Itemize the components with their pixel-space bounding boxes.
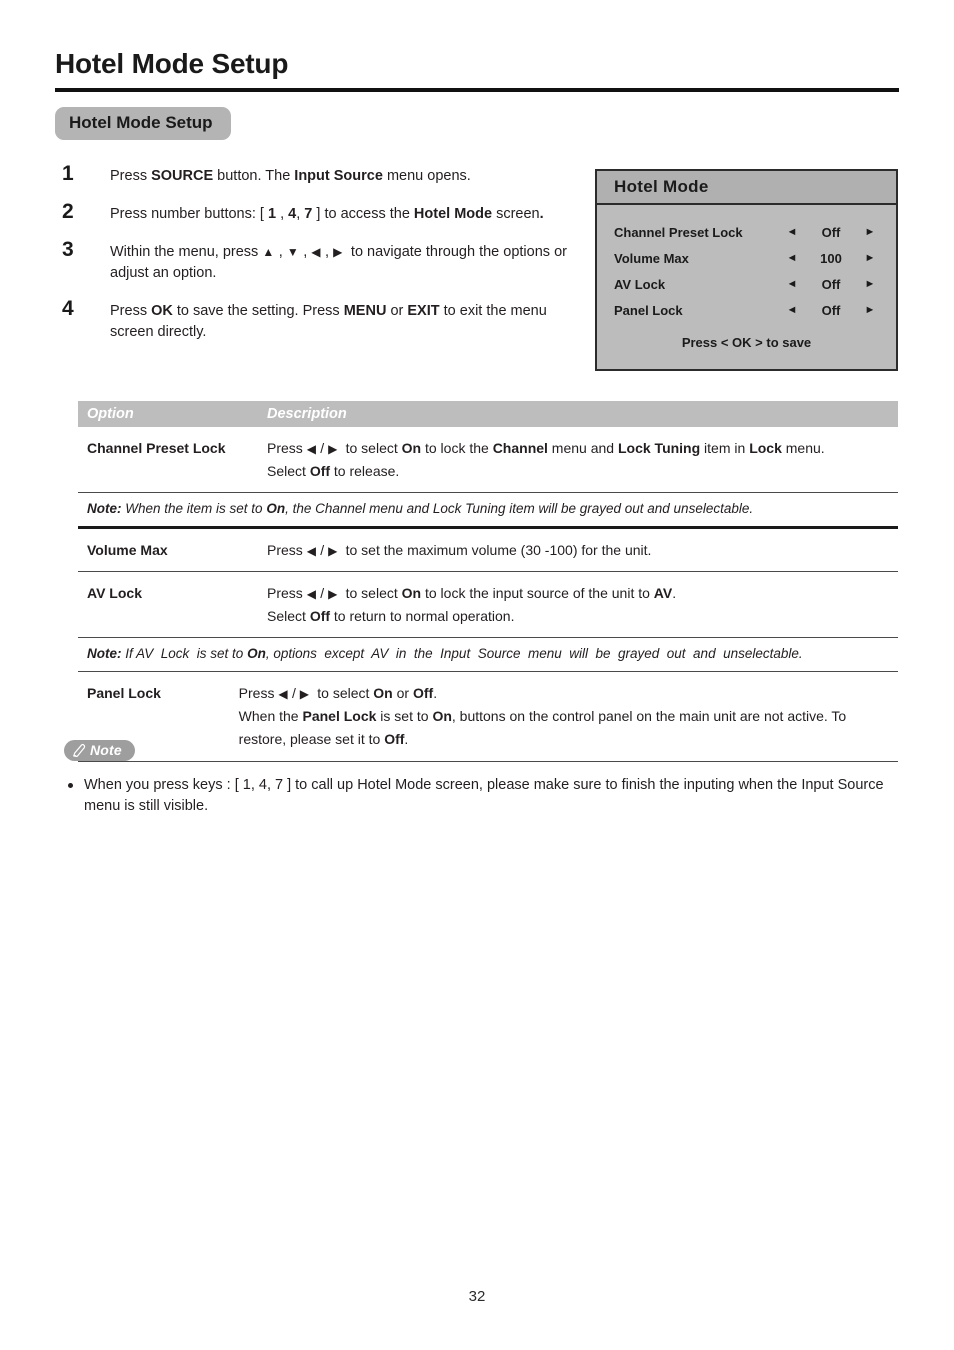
table-cell-description: Press ◀ / ▶ to select On to lock the Cha… (267, 440, 825, 480)
note-list-item: When you press keys : [ 1, 4, 7 ] to cal… (64, 775, 904, 819)
note-badge-label: Note (90, 742, 122, 758)
osd-row-av-lock[interactable]: AV Lock ◄ Off ► (597, 271, 896, 297)
step-number: 2 (62, 200, 74, 224)
osd-row-label: AV Lock (614, 276, 666, 292)
table-cell-description: Press ◀ / ▶ to set the maximum volume (3… (267, 542, 652, 559)
osd-row-label: Volume Max (614, 250, 689, 266)
right-arrow-icon[interactable]: ► (857, 278, 883, 290)
osd-row-value: 100 (820, 250, 842, 266)
left-arrow-icon[interactable]: ◄ (779, 226, 805, 238)
steps-list: 1 Press SOURCE button. The Input Source … (62, 162, 577, 360)
table-row: Channel Preset Lock Press ◀ / ▶ to selec… (78, 427, 898, 492)
note-badge: Note (64, 740, 135, 761)
osd-row-volume-max[interactable]: Volume Max ◄ 100 ► (597, 245, 896, 271)
table-note: Note: When the item is set to On, the Ch… (87, 501, 754, 517)
table-row: AV Lock Press ◀ / ▶ to select On to lock… (78, 572, 898, 637)
right-arrow-icon[interactable]: ► (857, 252, 883, 264)
step-item: 2 Press number buttons: [ 1 , 4, 7 ] to … (62, 200, 577, 225)
step-text: Press number buttons: [ 1 , 4, 7 ] to ac… (110, 206, 544, 223)
table-row: Volume Max Press ◀ / ▶ to set the maximu… (78, 529, 898, 571)
table-cell-option: Volume Max (87, 542, 168, 559)
osd-row-panel-lock[interactable]: Panel Lock ◄ Off ► (597, 297, 896, 323)
osd-row-value: Off (821, 224, 841, 240)
document-page: Hotel Mode Setup Hotel Mode Setup 1 Pres… (0, 0, 954, 1350)
table-cell-option: Channel Preset Lock (87, 440, 226, 456)
column-header-option: Option (87, 406, 134, 422)
table-header-row: Option Description (78, 401, 898, 427)
table-cell-description: Press ◀ / ▶ to select On to lock the inp… (267, 585, 677, 625)
note-block: Note When you press keys : [ 1, 4, 7 ] t… (64, 740, 904, 818)
step-number: 3 (62, 238, 74, 262)
left-arrow-icon[interactable]: ◄ (779, 304, 805, 316)
step-number: 4 (62, 297, 74, 321)
osd-save-hint: Press < OK > to save (681, 335, 812, 350)
osd-row-value: Off (821, 276, 841, 292)
step-text: Within the menu, press ▲ , ▼ , ◀ , ▶ to … (110, 244, 567, 282)
right-arrow-icon[interactable]: ► (857, 226, 883, 238)
page-title: Hotel Mode Setup (55, 48, 289, 79)
osd-row-channel-preset-lock[interactable]: Channel Preset Lock ◄ Off ► (597, 219, 896, 245)
step-text: Press OK to save the setting. Press MENU… (110, 303, 547, 341)
note-list: When you press keys : [ 1, 4, 7 ] to cal… (64, 775, 904, 819)
osd-body: Channel Preset Lock ◄ Off ► Volume Max ◄… (597, 205, 896, 351)
osd-row-label: Channel Preset Lock (614, 224, 743, 240)
page-number: 32 (468, 1288, 486, 1305)
table-note: Note: If AV Lock is set to On, options e… (87, 646, 803, 662)
section-badge: Hotel Mode Setup (55, 107, 231, 140)
step-item: 4 Press OK to save the setting. Press ME… (62, 297, 577, 343)
left-arrow-icon[interactable]: ◄ (779, 252, 805, 264)
osd-header: Hotel Mode (597, 171, 896, 205)
column-header-description: Description (267, 406, 347, 422)
options-table: Option Description Channel Preset Lock P… (78, 401, 898, 762)
hotel-mode-osd-panel: Hotel Mode Channel Preset Lock ◄ Off ► V… (595, 169, 898, 371)
osd-row-label: Panel Lock (614, 302, 683, 318)
pencil-icon (72, 743, 87, 758)
step-item: 1 Press SOURCE button. The Input Source … (62, 162, 577, 187)
title-divider (55, 88, 899, 92)
left-arrow-icon[interactable]: ◄ (779, 278, 805, 290)
table-cell-option: AV Lock (87, 585, 142, 602)
step-number: 1 (62, 162, 74, 185)
step-text: Press SOURCE button. The Input Source me… (110, 168, 471, 184)
right-arrow-icon[interactable]: ► (857, 304, 883, 316)
osd-row-value: Off (821, 302, 841, 318)
step-item: 3 Within the menu, press ▲ , ▼ , ◀ , ▶ t… (62, 238, 577, 284)
osd-title: Hotel Mode (614, 177, 709, 196)
